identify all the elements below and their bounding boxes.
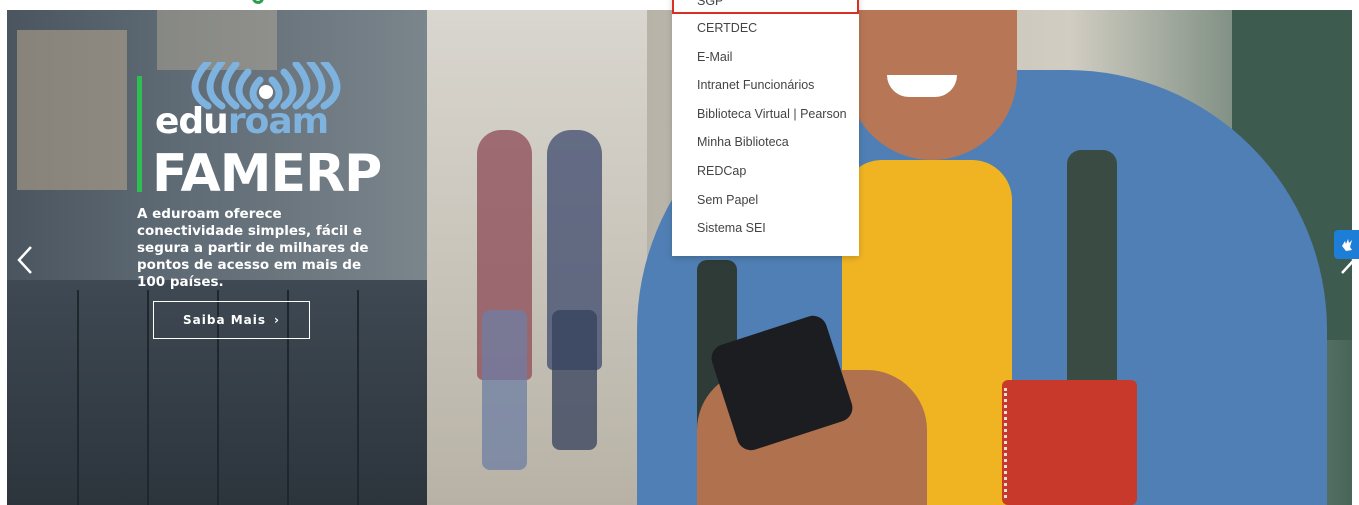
menu-item-redcap[interactable]: REDCap (697, 164, 746, 178)
menu-item-biblioteca-virtual-pearson[interactable]: Biblioteca Virtual | Pearson (697, 107, 847, 121)
menu-item-certdec[interactable]: CERTDEC (697, 21, 757, 35)
menu-item-minha-biblioteca[interactable]: Minha Biblioteca (697, 135, 789, 149)
sign-language-icon (1341, 238, 1352, 251)
saiba-mais-button[interactable]: Saiba Mais › (153, 301, 310, 339)
site-logo-fragment[interactable] (252, 0, 264, 4)
eduroam-logo-text: eduroam (155, 101, 329, 142)
chevron-right-icon: › (274, 313, 280, 327)
services-dropdown-menu: SGP CERTDEC E-Mail Intranet Funcionários… (672, 0, 859, 256)
menu-item-sistema-sei[interactable]: Sistema SEI (697, 221, 766, 235)
hero-image-students (427, 10, 647, 505)
menu-item-sgp[interactable]: SGP (697, 0, 723, 8)
chevron-left-icon (17, 246, 32, 274)
slide-tagline: A eduroam oferece conectividade simples,… (137, 206, 369, 290)
menu-item-sem-papel[interactable]: Sem Papel (697, 193, 758, 207)
menu-item-intranet-funcionarios[interactable]: Intranet Funcionários (697, 78, 814, 92)
slide-title: FAMERP (152, 144, 382, 204)
accessibility-button[interactable] (1334, 230, 1359, 259)
saiba-mais-label: Saiba Mais (183, 313, 267, 327)
slide-accent-bar (137, 76, 142, 192)
menu-item-email[interactable]: E-Mail (697, 50, 732, 64)
carousel-prev-button[interactable] (15, 243, 35, 277)
notebook-image (1002, 380, 1137, 505)
